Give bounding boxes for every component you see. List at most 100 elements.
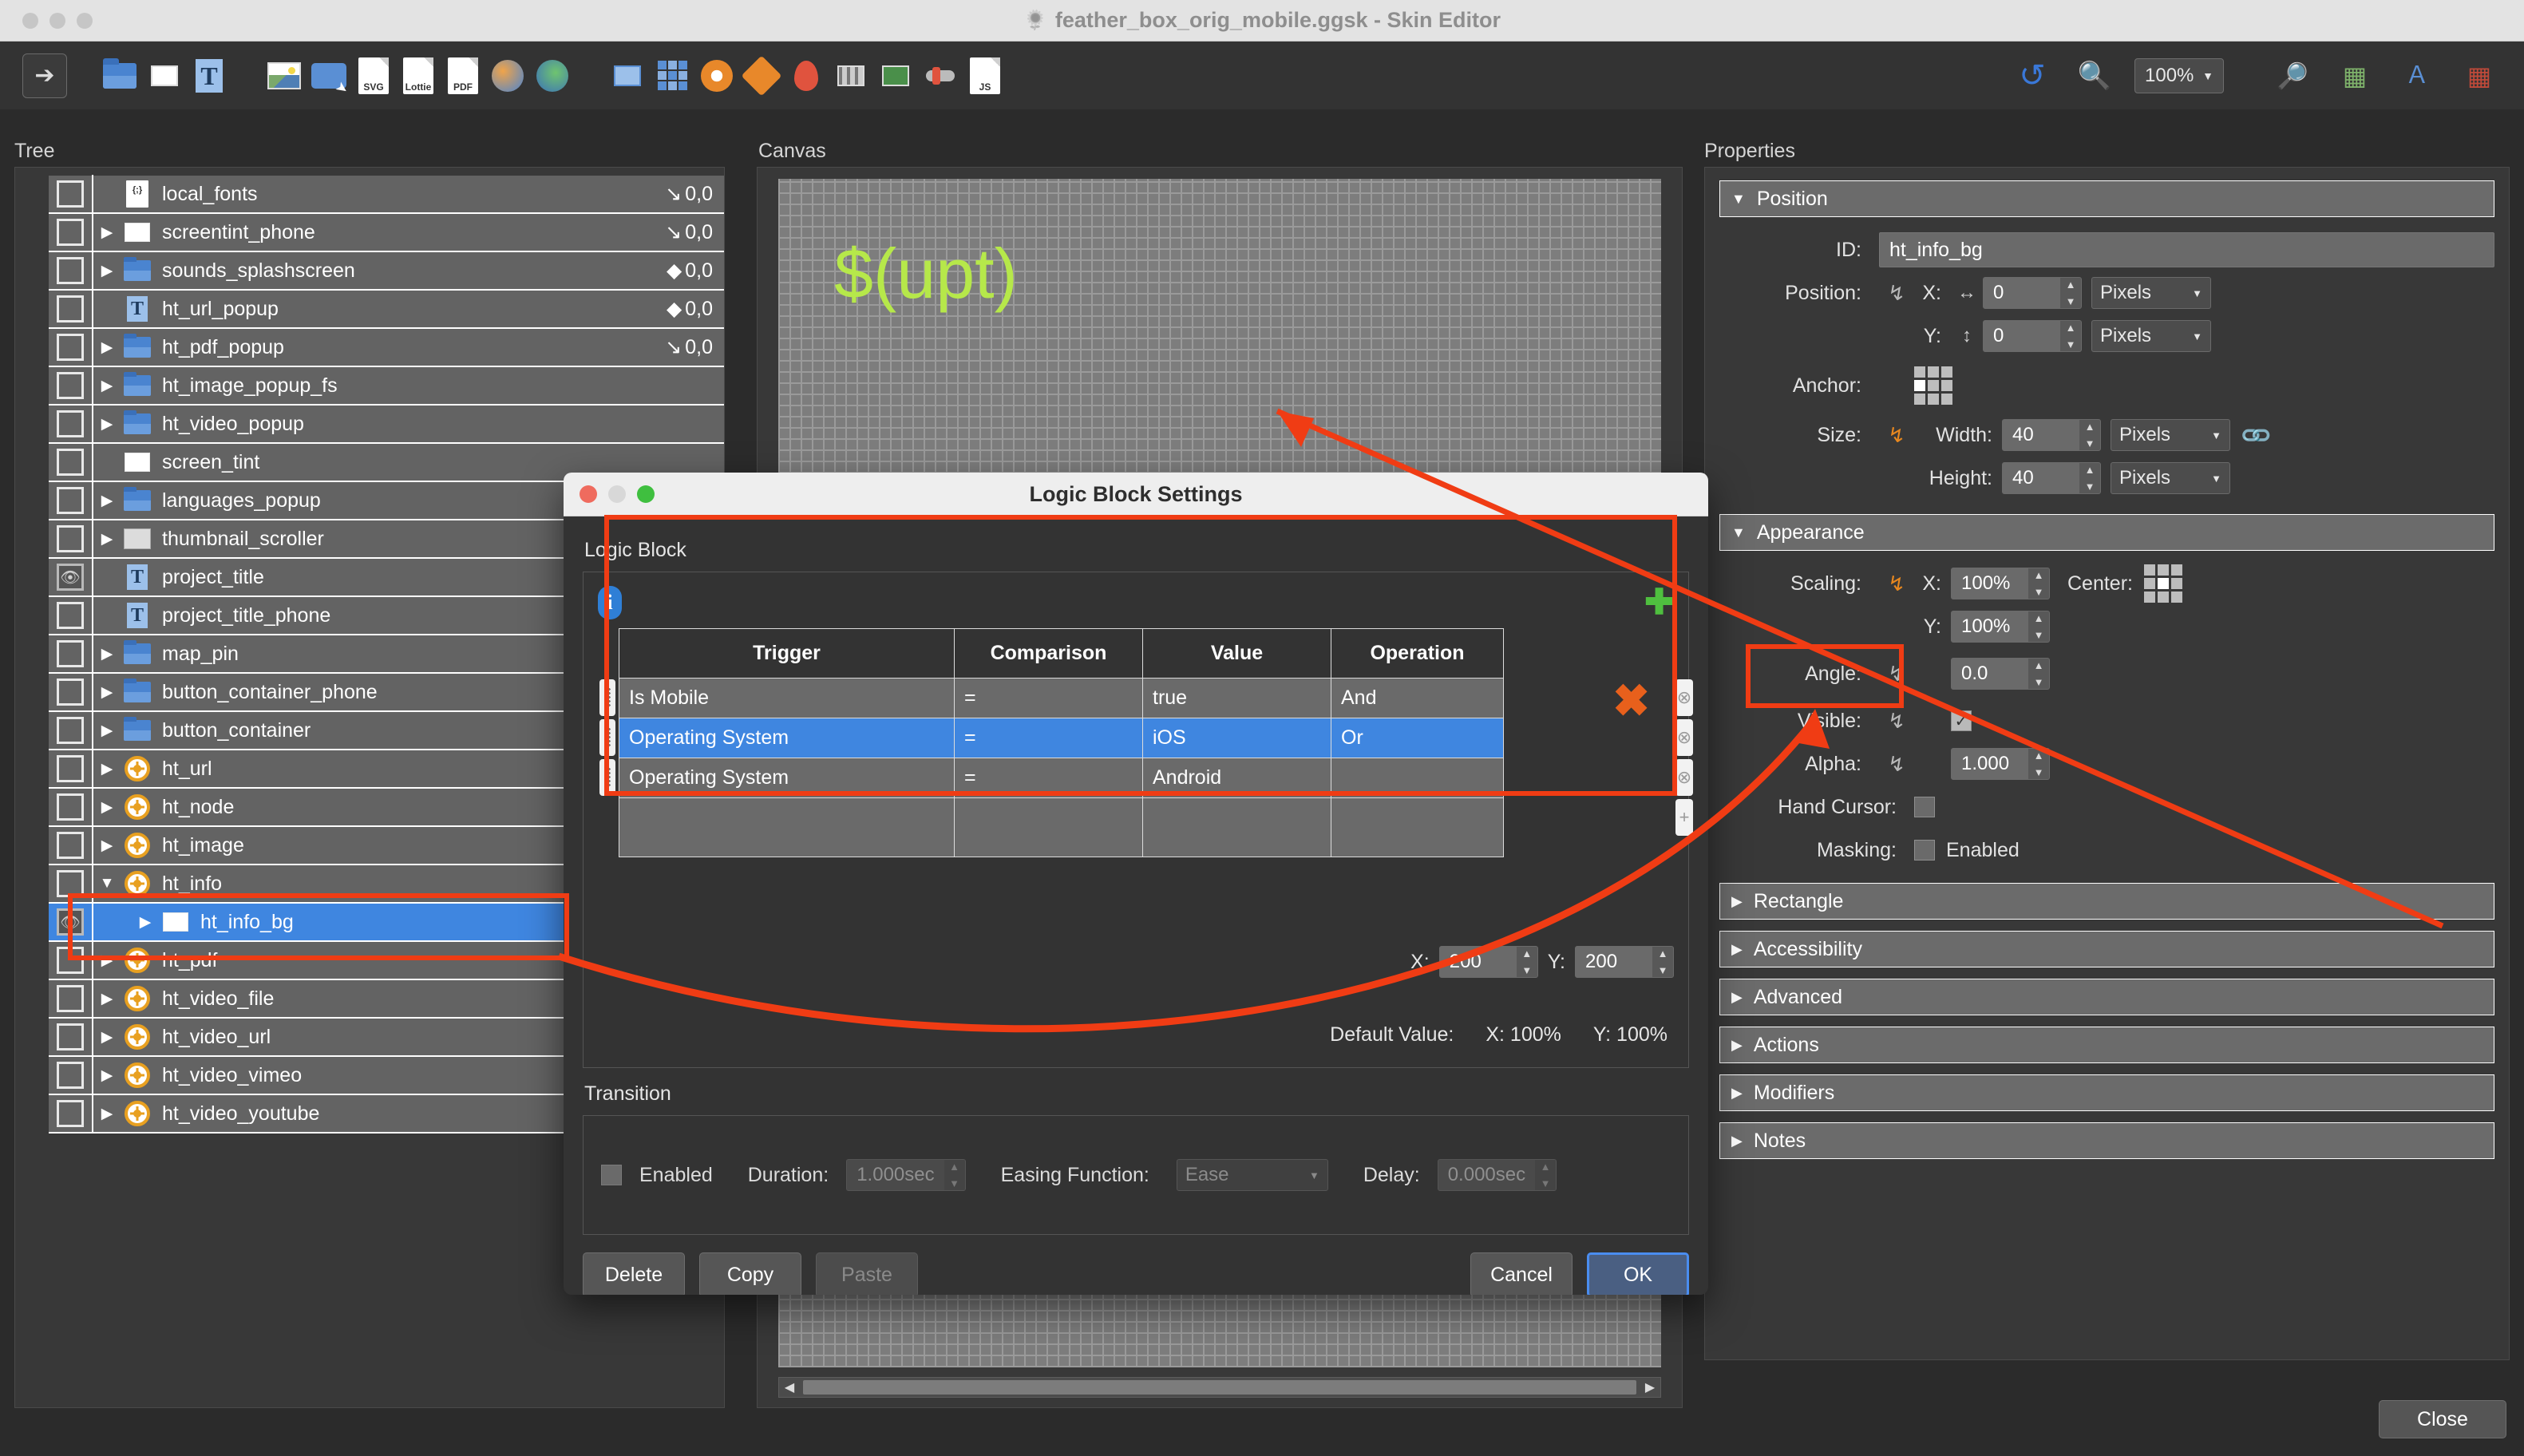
position-x-stepper[interactable]: 0 ▲ ▼ [1983,277,2082,309]
chevron-right-icon[interactable] [93,1066,121,1085]
logic-row-drag-handle[interactable] [599,679,615,716]
center-cell[interactable] [2170,592,2182,603]
anchor-cell-selected[interactable] [1914,380,1925,391]
chevron-right-icon[interactable] [93,722,121,740]
filmstrip-tool-button[interactable] [829,53,873,98]
logic-table-body[interactable]: Is Mobile = true And Operating System = iOS Or O… [619,678,1504,857]
tree-row-local_fonts[interactable]: local_fonts ↘0,0 [49,175,724,214]
angle-arrows[interactable]: ▲ ▼ [2028,659,2049,689]
center-cell[interactable] [2170,564,2182,576]
center-cell-selected[interactable] [2157,578,2169,589]
scale-y-stepper[interactable]: 100% ▲ ▼ [1951,611,2050,643]
keyframe-icon[interactable]: ↯ [1879,752,1914,777]
transition-enabled-checkbox[interactable] [601,1165,622,1185]
angle-value[interactable]: 0.0 [1952,659,2028,689]
height-unit-select[interactable]: Pixels ▼ [2111,462,2230,494]
delay-arrows[interactable]: ▲ ▼ [1535,1160,1557,1190]
svg-tool-button[interactable]: SVG [351,53,396,98]
cancel-button[interactable]: Cancel [1470,1252,1573,1295]
center-cell[interactable] [2157,564,2169,576]
zoom-select[interactable]: 100% ▼ [2134,57,2224,93]
tree-row-checkbox[interactable] [57,793,84,821]
tree-row-checkbox[interactable] [57,755,84,782]
tree-row-checkbox[interactable] [57,832,84,859]
logic-cell-comparison[interactable]: = [954,718,1143,758]
tree-row-checkbox[interactable] [57,1062,84,1089]
delay-value[interactable]: 0.000sec [1438,1160,1536,1190]
anchor-cell[interactable] [1941,394,1952,405]
chevron-right-icon[interactable] [93,1105,121,1123]
section-advanced-header[interactable]: ▶ Advanced [1719,979,2494,1015]
copy-button[interactable]: Copy [699,1252,801,1295]
tree-row-checkbox[interactable] [57,219,84,246]
center-cell[interactable] [2143,578,2155,589]
center-cell[interactable] [2143,592,2155,603]
section-accessibility-header[interactable]: ▶ Accessibility [1719,931,2494,967]
button-tool-button[interactable] [307,53,351,98]
anchor-cell[interactable] [1914,394,1925,405]
chevron-right-icon[interactable] [93,683,121,702]
logic-table[interactable]: Trigger Comparison Value Operation Is Mobil… [619,628,1504,857]
logic-column-value[interactable]: Value [1142,628,1331,679]
chevron-right-icon[interactable] [93,224,121,242]
folder-tool-button[interactable] [97,53,142,98]
tree-row-ht_pdf_popup[interactable]: ht_pdf_popup ↘0,0 [49,328,724,367]
duration-stepper[interactable]: 1.000sec ▲ ▼ [846,1159,966,1191]
slider-tool-button[interactable] [918,53,963,98]
tree-row-checkbox[interactable] [57,947,84,974]
scale-x-stepper[interactable]: 100% ▲ ▼ [1951,568,2050,599]
tree-row-checkbox[interactable] [57,525,84,552]
select-tool-button[interactable]: ➔ [22,53,67,98]
keyframe-icon[interactable]: ↯ [1879,281,1914,306]
tree-row-screentint_phone[interactable]: screentint_phone ↘0,0 [49,213,724,252]
lottie-tool-button[interactable]: Lottie [396,53,441,98]
tree-row-checkbox[interactable] [57,640,84,667]
logic-cell-value[interactable] [1142,797,1331,857]
angle-stepper[interactable]: 0.0 ▲ ▼ [1951,658,2050,690]
logic-remove-row-button[interactable]: ⊗ [1675,719,1693,756]
translate-button[interactable]: Ａ [2395,53,2439,98]
chevron-right-icon[interactable] [93,952,121,970]
logic-y-value[interactable]: 200 [1576,947,1652,977]
chevron-right-icon[interactable] [93,798,121,817]
logic-column-trigger[interactable]: Trigger [619,628,955,679]
position-x-value[interactable]: 0 [1984,278,2060,308]
anchor-cell[interactable] [1941,366,1952,378]
logic-cell-operation[interactable]: And [1331,678,1504,718]
image-tool-button[interactable] [262,53,307,98]
logic-column-comparison[interactable]: Comparison [954,628,1143,679]
logic-cell-trigger[interactable]: Operating System [619,718,955,758]
logic-remove-row-button[interactable]: ⊗ [1675,759,1693,796]
section-actions-header[interactable]: ▶ Actions [1719,1027,2494,1063]
canvas-horizontal-scrollbar[interactable]: ◀ ▶ [778,1377,1661,1398]
tree-row-ht_url_popup[interactable]: Tht_url_popup ◆ 0,0 [49,290,724,329]
logic-block-settings-dialog[interactable]: Logic Block Settings Logic Block i ✚ Tri… [564,473,1708,1295]
center-cell[interactable] [2157,592,2169,603]
logic-row-drag-handle[interactable] [599,719,615,756]
chevron-right-icon[interactable] [93,377,121,395]
alpha-arrows[interactable]: ▲ ▼ [2028,749,2049,779]
center-cell[interactable] [2170,578,2182,589]
keyframe-icon[interactable]: ↯ [1879,709,1914,734]
tree-row-checkbox[interactable] [57,295,84,322]
logic-cell-comparison[interactable]: = [954,678,1143,718]
tree-row-checkbox[interactable] [57,870,84,897]
keyframe-icon[interactable]: ↯ [1879,662,1914,686]
position-x-arrows[interactable]: ▲ ▼ [2060,278,2081,308]
logic-table-row[interactable]: Operating System = Android [619,758,1504,798]
visibility-eye-icon[interactable]: 👁 [57,908,84,936]
position-y-unit-select[interactable]: Pixels ▼ [2091,320,2211,352]
alpha-value[interactable]: 1.000 [1952,749,2028,779]
section-appearance-header[interactable]: ▼ Appearance [1719,514,2494,551]
logic-cell-comparison[interactable] [954,797,1143,857]
easing-select[interactable]: Ease ▼ [1176,1159,1328,1191]
height-value[interactable]: 40 [2003,463,2079,493]
logic-cell-trigger[interactable]: Is Mobile [619,678,955,718]
video-tool-button[interactable] [873,53,918,98]
logic-x-arrows[interactable]: ▲ ▼ [1516,947,1537,977]
x-icon[interactable]: ✖ [1612,675,1650,727]
tree-row-checkbox[interactable] [57,449,84,476]
tree-row-checkbox[interactable] [57,487,84,514]
tree-row-checkbox[interactable] [57,717,84,744]
logic-add-row-button[interactable]: + [1675,799,1693,836]
